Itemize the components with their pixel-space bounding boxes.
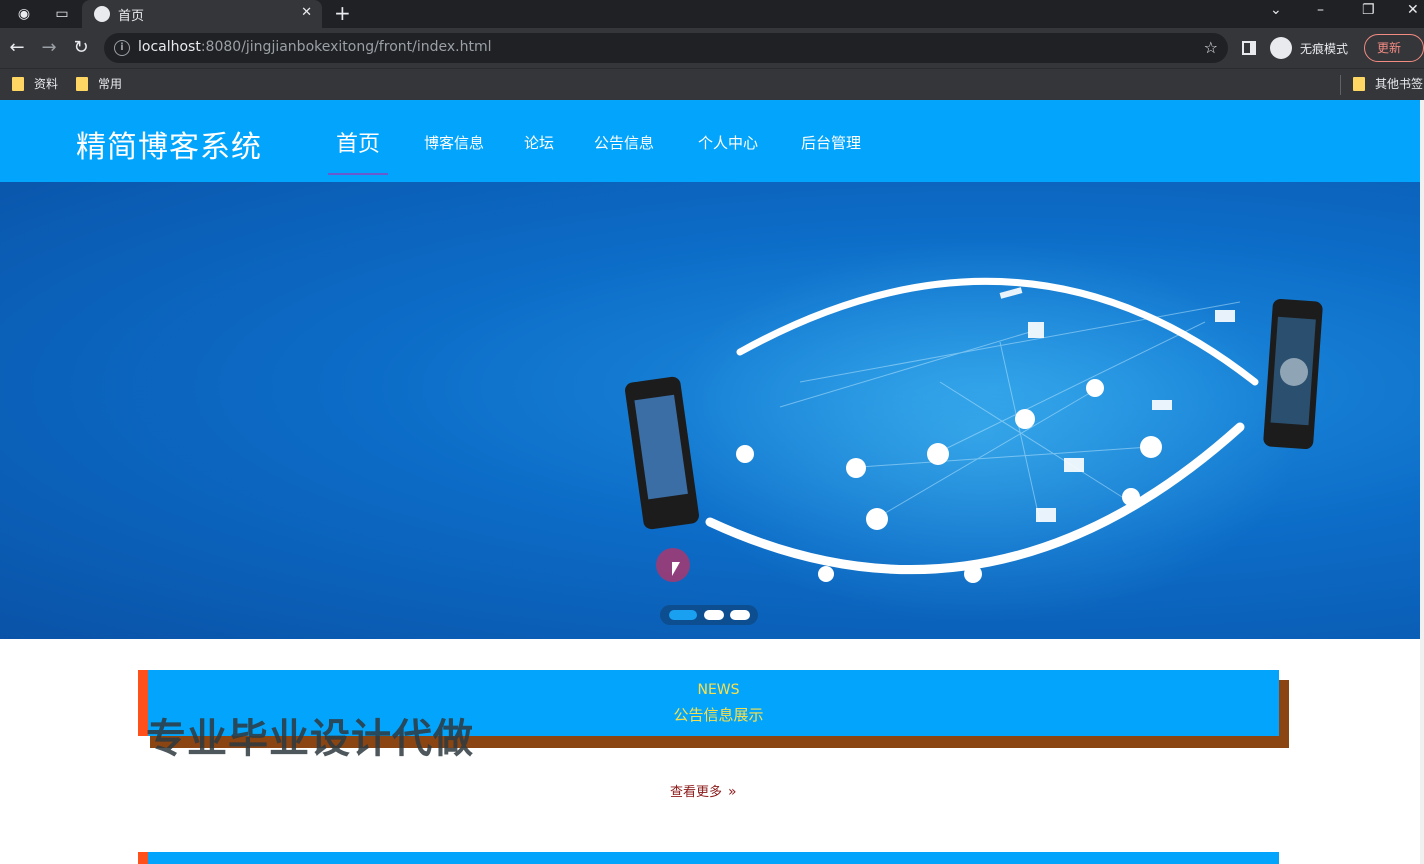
carousel-dot-2[interactable]: [704, 610, 724, 620]
address-bar[interactable]: i localhost:8080/jingjianbokexitong/fron…: [104, 33, 1228, 63]
nav-admin[interactable]: 后台管理: [801, 132, 861, 153]
mouse-cursor: [672, 562, 680, 576]
nav-home[interactable]: 首页: [336, 126, 380, 158]
carousel-dot-3[interactable]: [730, 610, 750, 620]
bookmarks-bar: 资料 常用 其他书签: [0, 68, 1424, 100]
back-icon[interactable]: ←: [6, 37, 28, 59]
banner-illustration: [625, 242, 1323, 622]
bookmark-folder-2[interactable]: 常用: [76, 76, 122, 92]
restore-icon[interactable]: ❐: [1362, 2, 1375, 18]
tab-title: 首页: [118, 9, 145, 24]
site-header: 精简博客系统 首页 博客信息 论坛 公告信息 个人中心 后台管理: [0, 100, 1424, 182]
globe-icon: [94, 6, 110, 22]
browser-toolbar: ← → ↻ i localhost:8080/jingjianbokexiton…: [0, 28, 1424, 68]
forward-icon[interactable]: →: [38, 37, 60, 59]
carousel-dot-1[interactable]: [669, 610, 697, 620]
nav-notices[interactable]: 公告信息: [594, 132, 654, 153]
news-title-en: NEWS: [697, 682, 740, 698]
next-section-header: [138, 852, 1279, 864]
folder-icon: [76, 77, 88, 91]
info-icon[interactable]: i: [114, 40, 130, 56]
phone-right: [1263, 298, 1323, 450]
view-more-link[interactable]: 查看更多»: [670, 781, 737, 800]
new-tab-button[interactable]: +: [334, 3, 351, 23]
folder-icon: [12, 77, 24, 91]
tab-home[interactable]: 首页 ✕: [82, 0, 322, 28]
nav-forum[interactable]: 论坛: [524, 132, 554, 153]
banner-carousel[interactable]: [0, 182, 1420, 639]
site-logo[interactable]: 精简博客系统: [76, 122, 262, 166]
carousel-indicators: [660, 605, 758, 625]
nav-personal-center[interactable]: 个人中心: [698, 132, 758, 153]
bookmark-star-icon[interactable]: ☆: [1204, 38, 1218, 57]
watermark-text: 专业毕业设计代做: [146, 716, 474, 762]
incognito-label[interactable]: 无痕模式: [1300, 40, 1348, 57]
nav-active-indicator: [328, 173, 388, 175]
close-window-icon[interactable]: ✕: [1407, 2, 1419, 18]
folder-icon: [1353, 77, 1365, 91]
incognito-icon[interactable]: [1270, 37, 1292, 59]
reload-icon[interactable]: ↻: [70, 37, 92, 59]
bookmark-folder-1[interactable]: 资料: [12, 76, 58, 92]
tab-search-icon[interactable]: ▭: [52, 4, 72, 24]
double-chevron-right-icon: »: [728, 784, 737, 800]
close-icon[interactable]: ✕: [301, 5, 312, 20]
update-button[interactable]: 更新: [1364, 34, 1424, 62]
bookmark-separator: [1340, 75, 1341, 95]
globe-icon[interactable]: ◉: [14, 4, 34, 24]
browser-tab-bar: ◉ ▭ 首页 ✕ + ⌄ – ❐ ✕: [0, 0, 1424, 28]
url-text[interactable]: localhost:8080/jingjianbokexitong/front/…: [138, 39, 491, 55]
chevron-down-icon[interactable]: ⌄: [1270, 2, 1282, 18]
side-panel-icon[interactable]: [1242, 41, 1256, 55]
minimize-icon[interactable]: –: [1317, 2, 1324, 18]
other-bookmarks[interactable]: 其他书签: [1353, 76, 1423, 92]
nav-blog-info[interactable]: 博客信息: [424, 132, 484, 153]
scrollbar[interactable]: [1420, 100, 1424, 864]
